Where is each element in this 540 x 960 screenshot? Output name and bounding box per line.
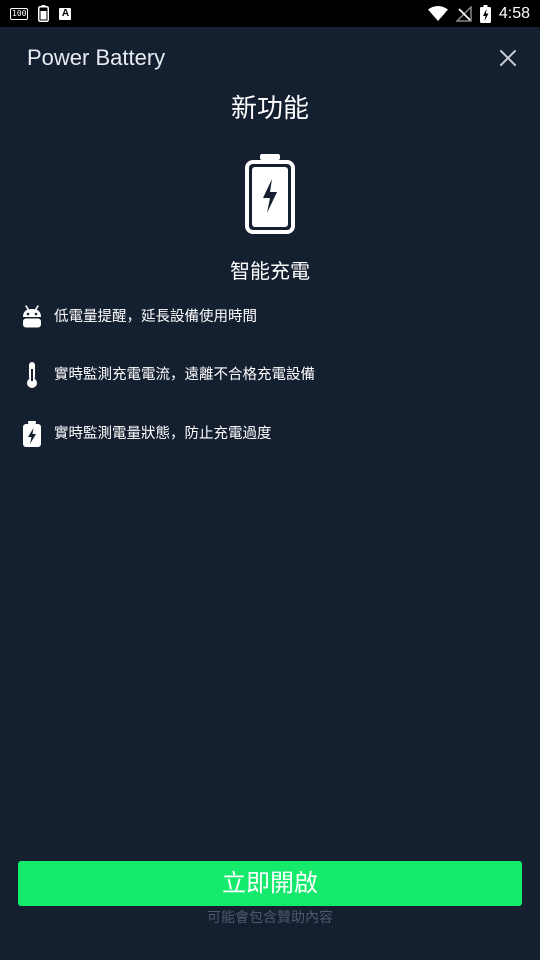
app-title: Power Battery	[27, 45, 166, 70]
feature-item-text: 低電量提醒，延長設備使用時間	[54, 309, 257, 325]
wifi-icon	[427, 6, 448, 21]
feature-subtitle: 智能充電	[230, 259, 310, 283]
battery-charging-status-icon	[479, 4, 491, 23]
close-button[interactable]	[494, 44, 522, 72]
status-bar-system: 4:58	[427, 3, 530, 24]
feature-title: 新功能	[230, 94, 309, 124]
hero-battery	[242, 152, 298, 236]
close-icon	[500, 50, 516, 66]
sponsor-note: 可能會包含贊助內容	[207, 910, 333, 926]
list-item: 實時監測充電電流，遠離不合格充電設備	[20, 360, 315, 390]
list-item: 低電量提醒，延長設備使用時間	[20, 302, 257, 332]
battery-charging-icon	[20, 420, 44, 448]
battery-status-icon	[38, 5, 50, 22]
status-bar: 100 A 4:58	[0, 0, 540, 27]
thermometer-icon	[20, 361, 44, 389]
list-item: 實時監測電量狀態，防止充電過度	[20, 419, 272, 449]
enable-now-button[interactable]: 立即開啟	[18, 861, 522, 906]
android-icon	[20, 303, 44, 331]
feature-item-text: 實時監測電量狀態，防止充電過度	[54, 426, 272, 442]
feature-item-text: 實時監測充電電流，遠離不合格充電設備	[54, 367, 315, 383]
text-a-notification-icon: A	[59, 7, 72, 20]
battery-100-badge-icon: 100	[10, 7, 29, 20]
battery-charging-hero-icon	[245, 154, 295, 234]
status-time: 4:58	[498, 5, 530, 22]
status-bar-notifications: 100 A	[10, 5, 72, 22]
no-signal-icon	[455, 5, 472, 22]
